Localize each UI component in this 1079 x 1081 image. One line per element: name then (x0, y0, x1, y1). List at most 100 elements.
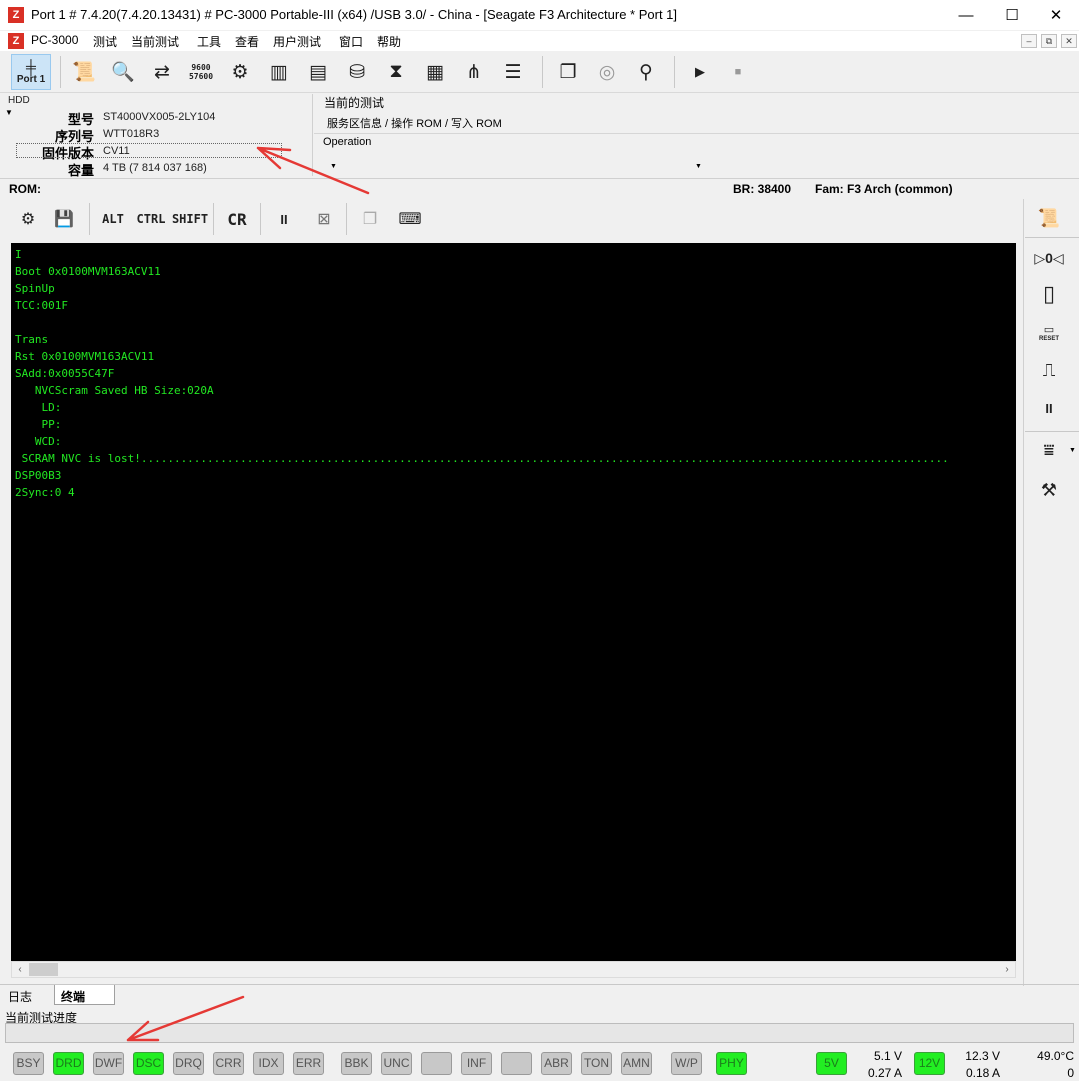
board-icon[interactable]: ▤ (302, 56, 334, 88)
menu-view[interactable]: 查看 (235, 33, 259, 50)
serial-value: WTT018R3 (103, 128, 160, 140)
main-toolbar: ╪ Port 1 📜 🔍 ⇄ 9600 57600 ⚙ ▥ ▤ ⛁ ⧗ ▦ ⋔ … (0, 51, 1079, 93)
led-dsc: DSC (133, 1052, 164, 1075)
menu-window[interactable]: 窗口 (339, 33, 363, 50)
terminal-line: LD: (15, 401, 62, 414)
scroll-right-icon[interactable]: › (999, 962, 1015, 977)
hdd-dropdown-caret[interactable]: ▼ (5, 108, 13, 117)
terminal-line: Rst 0x0100MVM163ACV11 (15, 350, 155, 363)
scroll-left-icon[interactable]: ‹ (12, 962, 28, 977)
led-phy: PHY (716, 1052, 747, 1075)
menu-pc3000[interactable]: PC-3000 (31, 33, 78, 47)
maximize-button[interactable]: ☐ (989, 0, 1035, 31)
panel-divider (314, 133, 1079, 134)
list-icon[interactable]: ☰ (497, 56, 529, 88)
tab-terminal[interactable]: 终端 (54, 985, 115, 1005)
power-12v-button[interactable]: 12V (914, 1052, 945, 1075)
shift-key-button[interactable]: SHIFT (172, 205, 208, 233)
heads-icon[interactable]: ⧗ (380, 56, 412, 88)
terminal-horizontal-scrollbar[interactable]: ‹ › (11, 961, 1016, 978)
terminal-line: DSP00B3 (15, 469, 62, 482)
copy-text-icon[interactable]: ❐ (356, 205, 384, 233)
flow-icon[interactable]: ⋔ (458, 56, 490, 88)
copy-icon[interactable]: ❐ (552, 56, 584, 88)
tab-log[interactable]: 日志 (2, 985, 38, 1005)
circuit-icon[interactable]: ⎍ (1033, 355, 1065, 385)
panel-separator (1025, 431, 1079, 432)
terminal-line: SAdd:0x0055C47F (15, 367, 115, 380)
clear-log-icon[interactable]: ⊠ (310, 205, 338, 233)
keyboard-icon[interactable]: ⌨ (396, 205, 424, 233)
terminal-output[interactable]: I Boot 0x0100MVM163ACV11 SpinUp TCC:001F… (11, 243, 1016, 961)
menu-help[interactable]: 帮助 (377, 33, 401, 50)
terminal-line: WCD: (15, 435, 62, 448)
menu-user-test[interactable]: 用户测试 (273, 33, 321, 50)
led-ton: TON (581, 1052, 612, 1075)
led-inf: INF (461, 1052, 492, 1075)
terminal-line: TCC:001F (15, 299, 68, 312)
ctrl-key-button[interactable]: CTRL (134, 205, 168, 233)
pause-button[interactable]: II (270, 205, 298, 233)
test-progress-bar (5, 1023, 1074, 1043)
power-5v-button[interactable]: 5V (816, 1052, 847, 1075)
toolbar-separator (260, 203, 261, 235)
tools-icon[interactable]: ⚒ (1033, 475, 1065, 505)
toolbar-separator (346, 203, 347, 235)
terminal-line: PP: (15, 418, 62, 431)
operation-caret-left[interactable]: ▼ (330, 163, 337, 170)
play-button[interactable]: ▶ (684, 56, 716, 88)
current-test-title: 当前的测试 (324, 96, 385, 110)
toolbar-separator (542, 56, 543, 88)
heads-dropdown-caret[interactable]: ▼ (1069, 447, 1076, 454)
mdi-close-button[interactable]: ✕ (1061, 34, 1077, 48)
magnifier-icon[interactable]: 🔍 (107, 56, 139, 88)
led-idx: IDX (253, 1052, 284, 1075)
disk-icon[interactable]: ⛁ (341, 56, 373, 88)
cr-key-button[interactable]: CR (222, 205, 252, 233)
scroll-icon[interactable]: 📜 (68, 56, 100, 88)
temperature-readout: 49.0°C (1037, 1049, 1074, 1063)
operation-caret-right[interactable]: ▼ (695, 163, 702, 170)
heads-map-icon[interactable]: ⩸ (1033, 435, 1065, 465)
user-icon[interactable]: ⚲ (630, 56, 662, 88)
right-pause-button[interactable]: II (1033, 393, 1065, 423)
port-button[interactable]: ╪ Port 1 (11, 54, 51, 90)
grid-icon[interactable]: ▦ (419, 56, 451, 88)
phone-icon[interactable]: ▯ (1033, 279, 1065, 309)
save-log-icon[interactable]: 💾 (50, 205, 78, 233)
platter-icon[interactable]: ◎ (591, 56, 623, 88)
toolbar-separator (89, 203, 90, 235)
menu-tools[interactable]: 工具 (197, 33, 221, 50)
reset-chip-icon: ▭ (1043, 323, 1055, 336)
current-test-value: 服务区信息 / 操作 ROM / 写入 ROM (327, 118, 502, 130)
menu-test[interactable]: 测试 (93, 33, 117, 50)
scroll-thumb[interactable] (29, 963, 58, 976)
terminal-line: SCRAM NVC is lost!......................… (15, 452, 949, 465)
hdd-label: HDD (8, 95, 30, 106)
title-bar: Z Port 1 # 7.4.20(7.4.20.13431) # PC-300… (0, 0, 1079, 31)
menu-current-test[interactable]: 当前测试 (131, 33, 179, 50)
led-blank-1 (421, 1052, 452, 1075)
alt-key-button[interactable]: ALT (98, 205, 128, 233)
app-menu-icon[interactable]: Z (8, 33, 24, 49)
mdi-restore-button[interactable]: ⧉ (1041, 34, 1057, 48)
mdi-minimize-button[interactable]: – (1021, 34, 1037, 48)
baud-icon[interactable]: 9600 57600 (185, 56, 217, 88)
close-button[interactable]: ✕ (1033, 0, 1079, 31)
scroll-info-icon[interactable]: 📜 (1033, 203, 1065, 233)
gears-icon[interactable]: ⚙ (224, 56, 256, 88)
port-icon: ╪ (26, 58, 36, 75)
power-toggle-icon[interactable]: ▷0◁ (1033, 243, 1065, 273)
chip-icon[interactable]: ▥ (263, 56, 295, 88)
rom-label: ROM: (9, 182, 41, 196)
reset-button[interactable]: ▭ RESET (1033, 317, 1065, 347)
right-tool-panel: 📜 ▷0◁ ▯ ▭ RESET ⎍ II ⩸ ▼ ⚒ (1023, 199, 1079, 986)
stop-button[interactable]: ■ (722, 56, 754, 88)
operation-label: Operation (323, 136, 372, 148)
led-amn: AMN (621, 1052, 652, 1075)
current-5v: 0.27 A (867, 1066, 902, 1080)
swap-icon[interactable]: ⇄ (146, 56, 178, 88)
load-settings-icon[interactable]: ⚙ (14, 205, 42, 233)
firmware-focus-box (16, 143, 282, 158)
minimize-button[interactable]: — (943, 0, 989, 31)
